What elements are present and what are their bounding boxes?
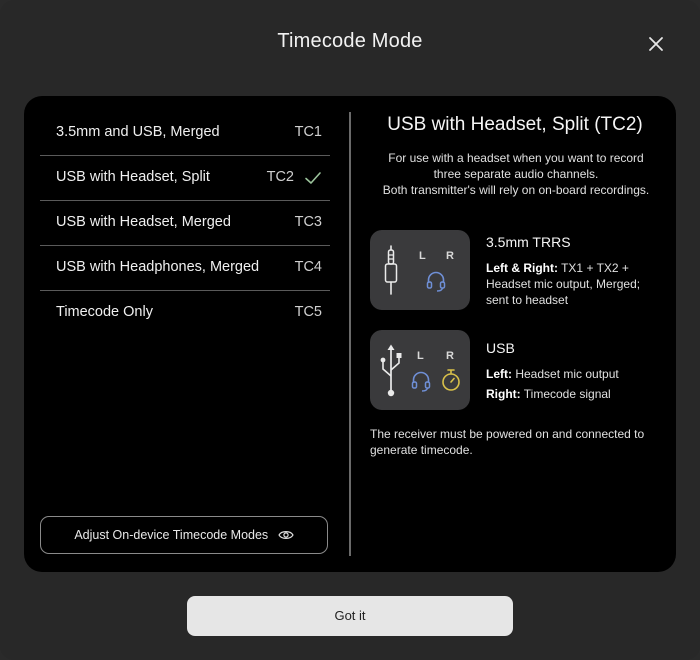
timecode-mode-dialog: Timecode Mode 3.5mm and USB, Merged TC1 … <box>0 0 700 660</box>
left-channel-label: L <box>419 250 426 262</box>
close-icon <box>649 37 663 51</box>
mode-item-tc2[interactable]: USB with Headset, Split TC2 <box>40 156 330 201</box>
headset-icon <box>411 371 431 392</box>
content-panel: 3.5mm and USB, Merged TC1 USB with Heads… <box>24 96 676 572</box>
description-line: Both transmitter's will rely on on-board… <box>382 183 650 197</box>
mode-code: TC2 <box>266 169 294 185</box>
mode-item-tc1[interactable]: 3.5mm and USB, Merged TC1 <box>40 111 330 156</box>
mode-label: USB with Headset, Split <box>56 169 210 185</box>
detail-description: For use with a headset when you want to … <box>366 150 666 198</box>
eye-icon <box>277 530 294 539</box>
trrs-plug-icon <box>384 245 398 295</box>
right-channel-label: R <box>446 350 454 362</box>
receiver-note: The receiver must be powered on and conn… <box>370 427 645 457</box>
description-line: For use with a headset when you want to … <box>388 151 644 165</box>
detail-title: USB with Headset, Split (TC2) <box>387 114 643 135</box>
mode-label: 3.5mm and USB, Merged <box>56 124 220 140</box>
trrs-desc-bold: Left & Right: <box>486 261 558 275</box>
mode-code: TC3 <box>294 214 322 230</box>
right-channel-label: R <box>446 250 454 262</box>
usb-left-bold: Left: <box>486 367 512 381</box>
trrs-description: Left & Right: TX1 + TX2 + Headset mic ou… <box>486 260 666 308</box>
check-icon <box>305 172 321 184</box>
usb-right-text: Timecode signal <box>520 387 611 401</box>
trrs-connection-card: L R <box>370 230 470 310</box>
usb-right-bold: Right: <box>486 387 521 401</box>
mode-item-tc4[interactable]: USB with Headphones, Merged TC4 <box>40 246 330 291</box>
mode-label: USB with Headset, Merged <box>56 214 231 230</box>
mode-code: TC5 <box>294 304 322 320</box>
usb-left-text: Headset mic output <box>512 367 619 381</box>
description-line: three separate audio channels. <box>433 167 599 181</box>
usb-left-description: Left: Headset mic output <box>486 366 666 382</box>
mode-code: TC4 <box>294 259 322 275</box>
got-it-button[interactable]: Got it <box>187 596 513 636</box>
mode-label: Timecode Only <box>56 304 153 320</box>
usb-connection-card: L R <box>370 330 470 410</box>
close-button[interactable] <box>640 28 672 60</box>
stopwatch-icon <box>442 369 460 391</box>
usb-right-description: Right: Timecode signal <box>486 386 666 402</box>
usb-title: USB <box>486 340 515 356</box>
mode-list: 3.5mm and USB, Merged TC1 USB with Heads… <box>40 111 330 335</box>
trrs-title: 3.5mm TRRS <box>486 234 571 250</box>
mode-label: USB with Headphones, Merged <box>56 259 260 275</box>
mode-code: TC1 <box>294 124 322 140</box>
left-channel-label: L <box>417 350 424 362</box>
headset-icon <box>426 271 446 292</box>
dialog-title: Timecode Mode <box>277 30 423 52</box>
adjust-button-label: Adjust On-device Timecode Modes <box>74 528 269 542</box>
mode-item-tc3[interactable]: USB with Headset, Merged TC3 <box>40 201 330 246</box>
mode-item-tc5[interactable]: Timecode Only TC5 <box>40 291 330 335</box>
adjust-timecode-modes-button[interactable]: Adjust On-device Timecode Modes <box>40 516 328 554</box>
vertical-divider <box>349 112 351 556</box>
usb-icon <box>380 344 402 397</box>
